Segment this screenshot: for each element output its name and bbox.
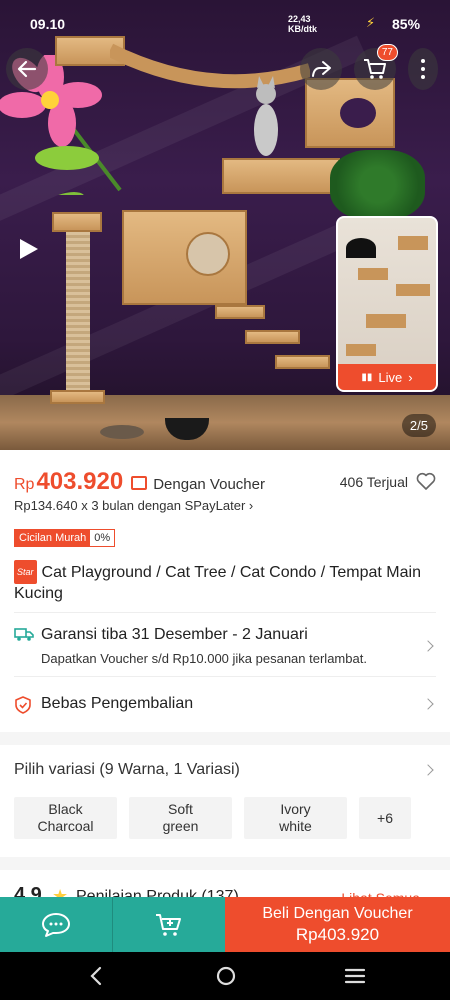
step: [215, 305, 265, 319]
step: [245, 330, 300, 344]
image-counter: 2/5: [401, 414, 436, 437]
add-to-cart-button[interactable]: [113, 897, 225, 952]
heart-icon: [416, 472, 436, 490]
product-detail-screen: 09.10 22,43 KB/dtk ⚡ 85% 77 ▮▮ Live › 2/…: [0, 0, 450, 1000]
share-button[interactable]: [300, 48, 342, 90]
cart-count-badge: 77: [376, 44, 398, 61]
middle-shelf: [222, 158, 340, 194]
back-button[interactable]: [6, 48, 48, 90]
variant-line1: Soft: [168, 801, 193, 817]
product-title-text: Cat Playground / Cat Tree / Cat Condo / …: [14, 564, 421, 602]
more-vertical-icon: [421, 59, 425, 79]
variant-line1: Ivory: [280, 801, 311, 817]
truck-icon: [14, 628, 34, 641]
shield-icon: [15, 696, 31, 714]
variant-line1: Black: [48, 801, 83, 817]
system-nav-bar: [0, 952, 450, 1000]
live-preview-shelf: [346, 344, 376, 356]
variant-more-button[interactable]: +6: [359, 797, 411, 839]
cart-button[interactable]: 77: [354, 44, 398, 90]
battery-icon: ⚡: [366, 15, 376, 30]
chevron-right-icon: ›: [408, 369, 413, 385]
nav-back-icon[interactable]: [86, 964, 106, 988]
price-amount: 403.920: [36, 468, 124, 495]
variant-title: Pilih variasi (9 Warna, 1 Variasi): [14, 761, 240, 778]
cube-hole: [340, 98, 376, 128]
scratching-post: [66, 232, 90, 392]
star-seller-badge: Star: [14, 560, 37, 584]
variant-line2: white: [279, 818, 312, 834]
chevron-right-icon: ›: [248, 498, 254, 513]
favorite-button[interactable]: [416, 472, 436, 495]
buy-with-voucher-button[interactable]: Beli Dengan Voucher Rp403.920: [225, 897, 450, 952]
live-preview-shelf: [398, 236, 428, 250]
shipping-guarantee-subtitle: Dapatkan Voucher s/d Rp10.000 jika pesan…: [41, 651, 367, 666]
variant-option-ivory-white[interactable]: Ivory white: [244, 797, 347, 839]
status-battery: 85%: [392, 16, 421, 32]
shipping-guarantee-title: Garansi tiba 31 Desember - 2 Januari: [41, 626, 308, 643]
live-preview-shelf: [396, 284, 430, 296]
chevron-right-icon: [422, 764, 434, 776]
plant-decoration: [330, 150, 425, 220]
cicilan-label: Cicilan Murah: [15, 530, 91, 546]
post-top: [52, 212, 102, 232]
buy-price: Rp403.920: [295, 924, 380, 944]
divider: [14, 612, 436, 613]
variant-option-black-charcoal[interactable]: Black Charcoal: [14, 797, 117, 839]
arrow-left-icon: [17, 60, 37, 78]
live-bars-icon: ▮▮: [361, 371, 373, 383]
bottom-action-bar: Beli Dengan Voucher Rp403.920: [0, 897, 450, 952]
voucher-icon: [131, 476, 148, 490]
live-stream-card[interactable]: ▮▮ Live ›: [336, 216, 438, 392]
chat-icon: [42, 912, 70, 937]
live-label: Live: [378, 369, 403, 385]
live-preview-cat: [346, 238, 376, 258]
price-row: Rp 403.920 Dengan Voucher: [14, 468, 265, 496]
cicilan-badge: Cicilan Murah 0%: [14, 529, 116, 547]
variant-line2: Charcoal: [37, 818, 94, 834]
post-base: [50, 390, 105, 404]
free-returns-row[interactable]: Bebas Pengembalian: [0, 676, 450, 732]
play-icon: [20, 239, 38, 259]
nav-home-icon[interactable]: [214, 964, 238, 988]
cicilan-rate: 0%: [90, 530, 115, 546]
price-currency: Rp: [14, 476, 35, 493]
food-bowl: [100, 425, 144, 439]
installment-link[interactable]: Rp134.640 x 3 bulan dengan SPayLater ›: [14, 498, 253, 513]
live-preview-shelf: [366, 314, 406, 328]
chevron-right-icon: [422, 640, 434, 652]
product-image-gallery[interactable]: 09.10 22,43 KB/dtk ⚡ 85% 77 ▮▮ Live › 2/…: [0, 0, 450, 450]
variant-option-soft-green[interactable]: Soft green: [129, 797, 232, 839]
variant-section: Pilih variasi (9 Warna, 1 Variasi) Black…: [0, 745, 450, 857]
leaf-decoration: [35, 146, 99, 170]
nav-recents-icon[interactable]: [343, 964, 367, 988]
more-options-button[interactable]: [408, 48, 438, 90]
share-icon: [312, 61, 331, 77]
status-net-speed: 22,43 KB/dtk: [288, 14, 317, 34]
buy-label: Beli Dengan Voucher: [262, 904, 413, 922]
product-title: Star Cat Playground / Cat Tree / Cat Cond…: [14, 560, 439, 604]
step: [275, 355, 330, 369]
installment-text: Rp134.640 x 3 bulan dengan SPayLater: [14, 498, 246, 513]
add-to-cart-icon: [156, 913, 181, 936]
voucher-label: Dengan Voucher: [153, 476, 265, 493]
free-returns-title: Bebas Pengembalian: [41, 695, 194, 712]
sold-count: 406 Terjual: [339, 474, 408, 490]
live-badge: ▮▮ Live ›: [338, 364, 436, 390]
chat-button[interactable]: [0, 897, 112, 952]
status-bar: 09.10 22,43 KB/dtk ⚡ 85%: [0, 0, 450, 44]
divider: [14, 676, 436, 677]
cat-figure: [254, 76, 278, 156]
main-cube-hole: [186, 232, 230, 276]
live-preview-shelf: [358, 268, 388, 280]
variant-line2: green: [162, 818, 199, 834]
play-video-button[interactable]: [8, 229, 48, 269]
chevron-right-icon: [422, 698, 434, 710]
status-time: 09.10: [30, 16, 66, 32]
